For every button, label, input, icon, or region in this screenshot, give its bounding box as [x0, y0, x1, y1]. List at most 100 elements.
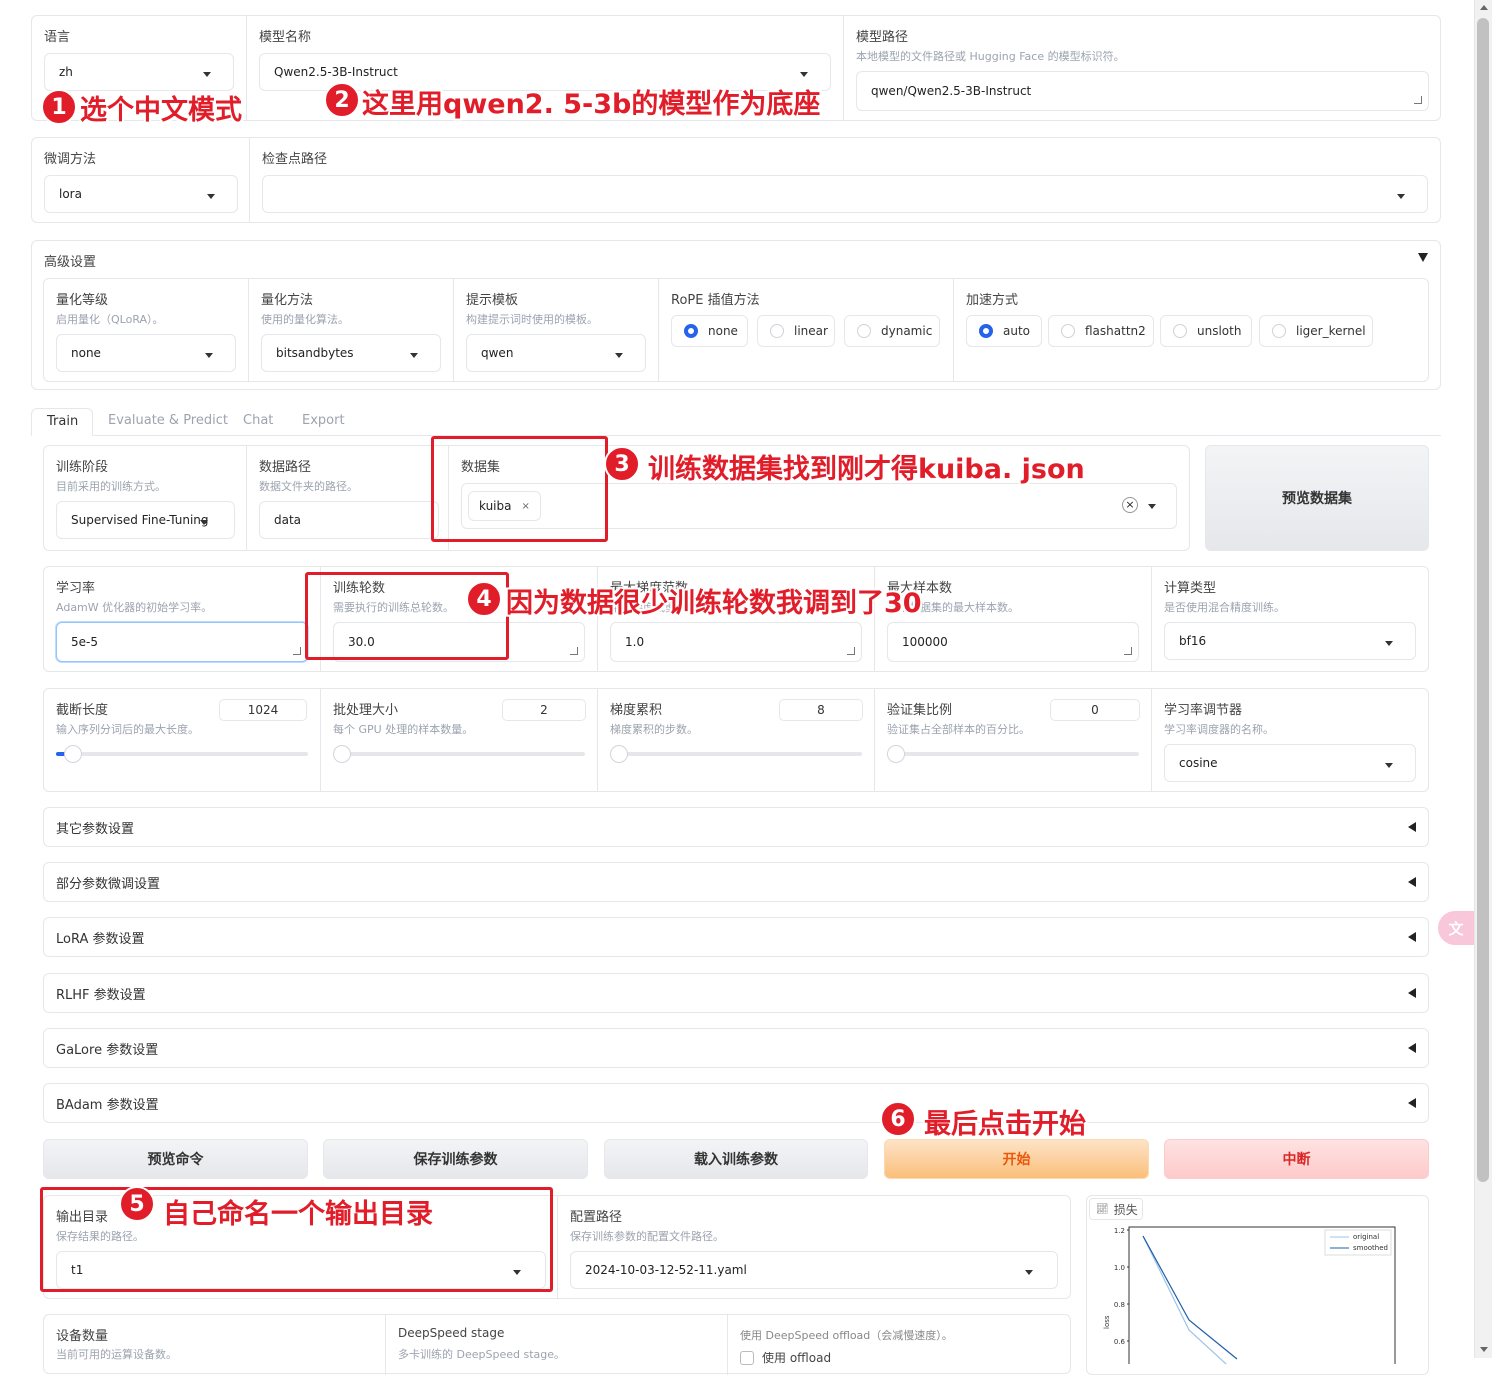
- advanced-settings-title[interactable]: 高级设置: [44, 251, 96, 270]
- lr-cell: 学习率 AdamW 优化器的初始学习率。 5e-5: [44, 567, 321, 671]
- abort-button[interactable]: 中断: [1164, 1139, 1429, 1179]
- accordion-other-settings[interactable]: 其它参数设置: [43, 807, 1429, 847]
- batch-size-hint: 每个 GPU 处理的样本数量。: [333, 723, 474, 736]
- accordion-lora-settings[interactable]: LoRA 参数设置: [43, 917, 1429, 957]
- cutoff-number[interactable]: 1024: [219, 699, 307, 721]
- chevron-down-icon: [200, 520, 208, 525]
- chevron-down-icon: [1025, 1270, 1033, 1275]
- max-samples-value: 100000: [902, 635, 948, 649]
- tab-train-label: Train: [47, 414, 79, 429]
- lr-scheduler-label: 学习率调节器: [1164, 703, 1243, 718]
- chevron-down-icon: [800, 72, 808, 77]
- model-path-value: qwen/Qwen2.5-3B-Instruct: [871, 84, 1032, 98]
- quant-bit-select[interactable]: none: [56, 334, 236, 372]
- template-hint: 构建提示词时使用的模板。: [466, 313, 598, 326]
- accordion-rlhf-settings[interactable]: RLHF 参数设置: [43, 973, 1429, 1013]
- resize-handle-icon[interactable]: [847, 647, 855, 655]
- resize-handle-icon[interactable]: [570, 647, 578, 655]
- translate-icon[interactable]: 文: [1438, 911, 1474, 945]
- expand-triangle-icon: [1408, 1098, 1416, 1108]
- accordion-galore-settings[interactable]: GaLore 参数设置: [43, 1028, 1429, 1068]
- annotation-badge-2: 2: [324, 82, 360, 118]
- dataset-dir-hint: 数据文件夹的路径。: [259, 480, 358, 493]
- accordion-label: RLHF 参数设置: [56, 987, 146, 1003]
- grad-accum-cell: 梯度累积 8 梯度累积的步数。: [598, 689, 875, 791]
- lr-input[interactable]: 5e-5: [56, 622, 308, 662]
- annotation-badge-3: 3: [604, 446, 640, 482]
- accordion-label: 其它参数设置: [56, 821, 135, 837]
- start-button[interactable]: 开始: [884, 1139, 1149, 1179]
- accordion-badam-settings[interactable]: BAdam 参数设置: [43, 1083, 1429, 1123]
- lr-scheduler-select[interactable]: cosine: [1164, 744, 1416, 782]
- template-select[interactable]: qwen: [466, 334, 646, 372]
- model-path-input[interactable]: qwen/Qwen2.5-3B-Instruct: [856, 71, 1429, 111]
- collapse-triangle-icon[interactable]: [1418, 253, 1428, 262]
- page-scrollbar[interactable]: [1474, 0, 1492, 1358]
- resize-handle-icon[interactable]: [1124, 647, 1132, 655]
- save-args-button[interactable]: 保存训练参数: [323, 1139, 588, 1179]
- booster-option-label: flashattn2: [1085, 324, 1146, 338]
- clear-icon[interactable]: ×: [1122, 497, 1138, 513]
- tab-train[interactable]: Train: [31, 408, 93, 436]
- booster-option-unsloth[interactable]: unsloth: [1160, 315, 1252, 347]
- scrollbar-thumb[interactable]: [1477, 18, 1489, 1182]
- dataset-dir-value: data: [274, 513, 302, 527]
- annotation-text-2: 这里用qwen2. 5-3b的模型作为底座: [362, 89, 821, 120]
- resize-handle-icon[interactable]: [1414, 96, 1422, 104]
- quant-method-value: bitsandbytes: [276, 346, 354, 360]
- slider-knob[interactable]: [887, 745, 905, 763]
- rope-option-dynamic[interactable]: dynamic: [844, 315, 940, 347]
- load-args-button[interactable]: 载入训练参数: [604, 1139, 868, 1179]
- booster-option-auto[interactable]: auto: [966, 315, 1042, 347]
- max-samples-input[interactable]: 100000: [887, 622, 1139, 662]
- config-path-select[interactable]: 2024-10-03-12-52-11.yaml: [570, 1251, 1058, 1289]
- scroll-up-icon[interactable]: [1480, 5, 1488, 10]
- language-value: zh: [59, 65, 73, 79]
- resize-handle-icon[interactable]: [293, 647, 301, 655]
- cutoff-slider[interactable]: [56, 745, 308, 763]
- tab-evaluate[interactable]: Evaluate & Predict: [108, 413, 228, 428]
- scroll-down-icon[interactable]: [1480, 1347, 1488, 1352]
- language-label: 语言: [44, 30, 71, 45]
- accordion-freeze-settings[interactable]: 部分参数微调设置: [43, 862, 1429, 902]
- offload-checkbox[interactable]: [740, 1351, 754, 1365]
- quant-method-select[interactable]: bitsandbytes: [261, 334, 441, 372]
- val-size-slider[interactable]: [887, 745, 1139, 763]
- slider-knob[interactable]: [63, 745, 82, 763]
- stage-select[interactable]: Supervised Fine-Tuning: [56, 501, 235, 539]
- device-panel: 设备数量 当前可用的运算设备数。 DeepSpeed stage 多卡训练的 D…: [43, 1314, 1071, 1375]
- tab-chat[interactable]: Chat: [243, 413, 273, 428]
- ds-stage-hint: 多卡训练的 DeepSpeed stage。: [398, 1348, 565, 1361]
- slider-knob[interactable]: [333, 745, 351, 763]
- lr-value: 5e-5: [71, 635, 98, 649]
- booster-option-liger-kernel[interactable]: liger_kernel: [1259, 315, 1373, 347]
- dataset-dir-input[interactable]: data: [259, 501, 439, 539]
- preview-command-button[interactable]: 预览命令: [43, 1139, 308, 1179]
- checkpoint-select[interactable]: [262, 175, 1428, 213]
- compute-type-select[interactable]: bf16: [1164, 622, 1416, 660]
- chevron-down-icon: [615, 353, 623, 358]
- batch-size-number[interactable]: 2: [502, 699, 586, 721]
- radio-checked-icon: [684, 324, 698, 338]
- grad-accum-number[interactable]: 8: [779, 699, 863, 721]
- batch-size-slider[interactable]: [333, 745, 585, 763]
- booster-option-flashattn2[interactable]: flashattn2: [1048, 315, 1154, 347]
- grad-accum-slider[interactable]: [610, 745, 862, 763]
- rope-option-linear[interactable]: linear: [757, 315, 835, 347]
- annotation-text-1: 选个中文模式: [80, 95, 242, 126]
- ds-offload-cell: 使用 DeepSpeed offload（会减慢速度）。 使用 offload: [728, 1315, 1070, 1375]
- expand-triangle-icon: [1408, 822, 1416, 832]
- rope-option-none[interactable]: none: [671, 315, 748, 347]
- language-select[interactable]: zh: [44, 53, 234, 91]
- grad-norm-input[interactable]: 1.0: [610, 622, 862, 662]
- cutoff-cell: 截断长度 1024 输入序列分词后的最大长度。: [44, 689, 321, 791]
- finetune-method-select[interactable]: lora: [44, 175, 238, 213]
- val-size-number[interactable]: 0: [1050, 699, 1140, 721]
- checkpoint-label: 检查点路径: [262, 152, 328, 167]
- preview-dataset-button[interactable]: 预览数据集: [1205, 445, 1429, 551]
- slider-knob[interactable]: [610, 745, 628, 763]
- model-name-label: 模型名称: [259, 30, 312, 45]
- y-tick-label: 1.0: [1114, 1264, 1125, 1272]
- expand-triangle-icon: [1408, 932, 1416, 942]
- tab-export[interactable]: Export: [302, 413, 345, 428]
